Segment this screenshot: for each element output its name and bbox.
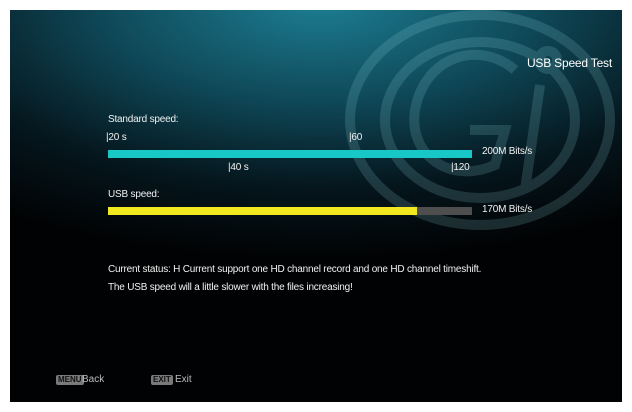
gi-logo-watermark-icon bbox=[345, 10, 615, 230]
standard-tick-20s: |20 s bbox=[106, 132, 127, 143]
standard-tick-120: |120 bbox=[451, 162, 470, 173]
usb-speed-value: 170M Bits/s bbox=[482, 204, 533, 215]
usb-speed-bar-fill bbox=[108, 207, 418, 215]
usb-speed-label: USB speed: bbox=[108, 189, 160, 200]
exit-key-icon[interactable]: EXIT bbox=[151, 375, 173, 385]
status-line-2: The USB speed will a little slower with … bbox=[108, 282, 353, 293]
standard-tick-40s: |40 s bbox=[228, 162, 249, 173]
standard-speed-label: Standard speed: bbox=[108, 114, 179, 125]
standard-speed-value: 200M Bits/s bbox=[482, 146, 533, 157]
exit-label: Exit bbox=[175, 374, 192, 385]
usb-speed-bar-track bbox=[108, 207, 472, 215]
standard-tick-60: |60 bbox=[349, 132, 363, 143]
menu-key-icon[interactable]: MENU bbox=[56, 375, 84, 385]
standard-speed-bar bbox=[108, 150, 472, 158]
back-label: Back bbox=[82, 374, 105, 385]
page-title: USB Speed Test bbox=[526, 56, 612, 70]
tv-screen: USB Speed Test Standard speed: |20 s |60… bbox=[10, 10, 622, 402]
status-line-1: Current status: H Current support one HD… bbox=[108, 264, 482, 275]
